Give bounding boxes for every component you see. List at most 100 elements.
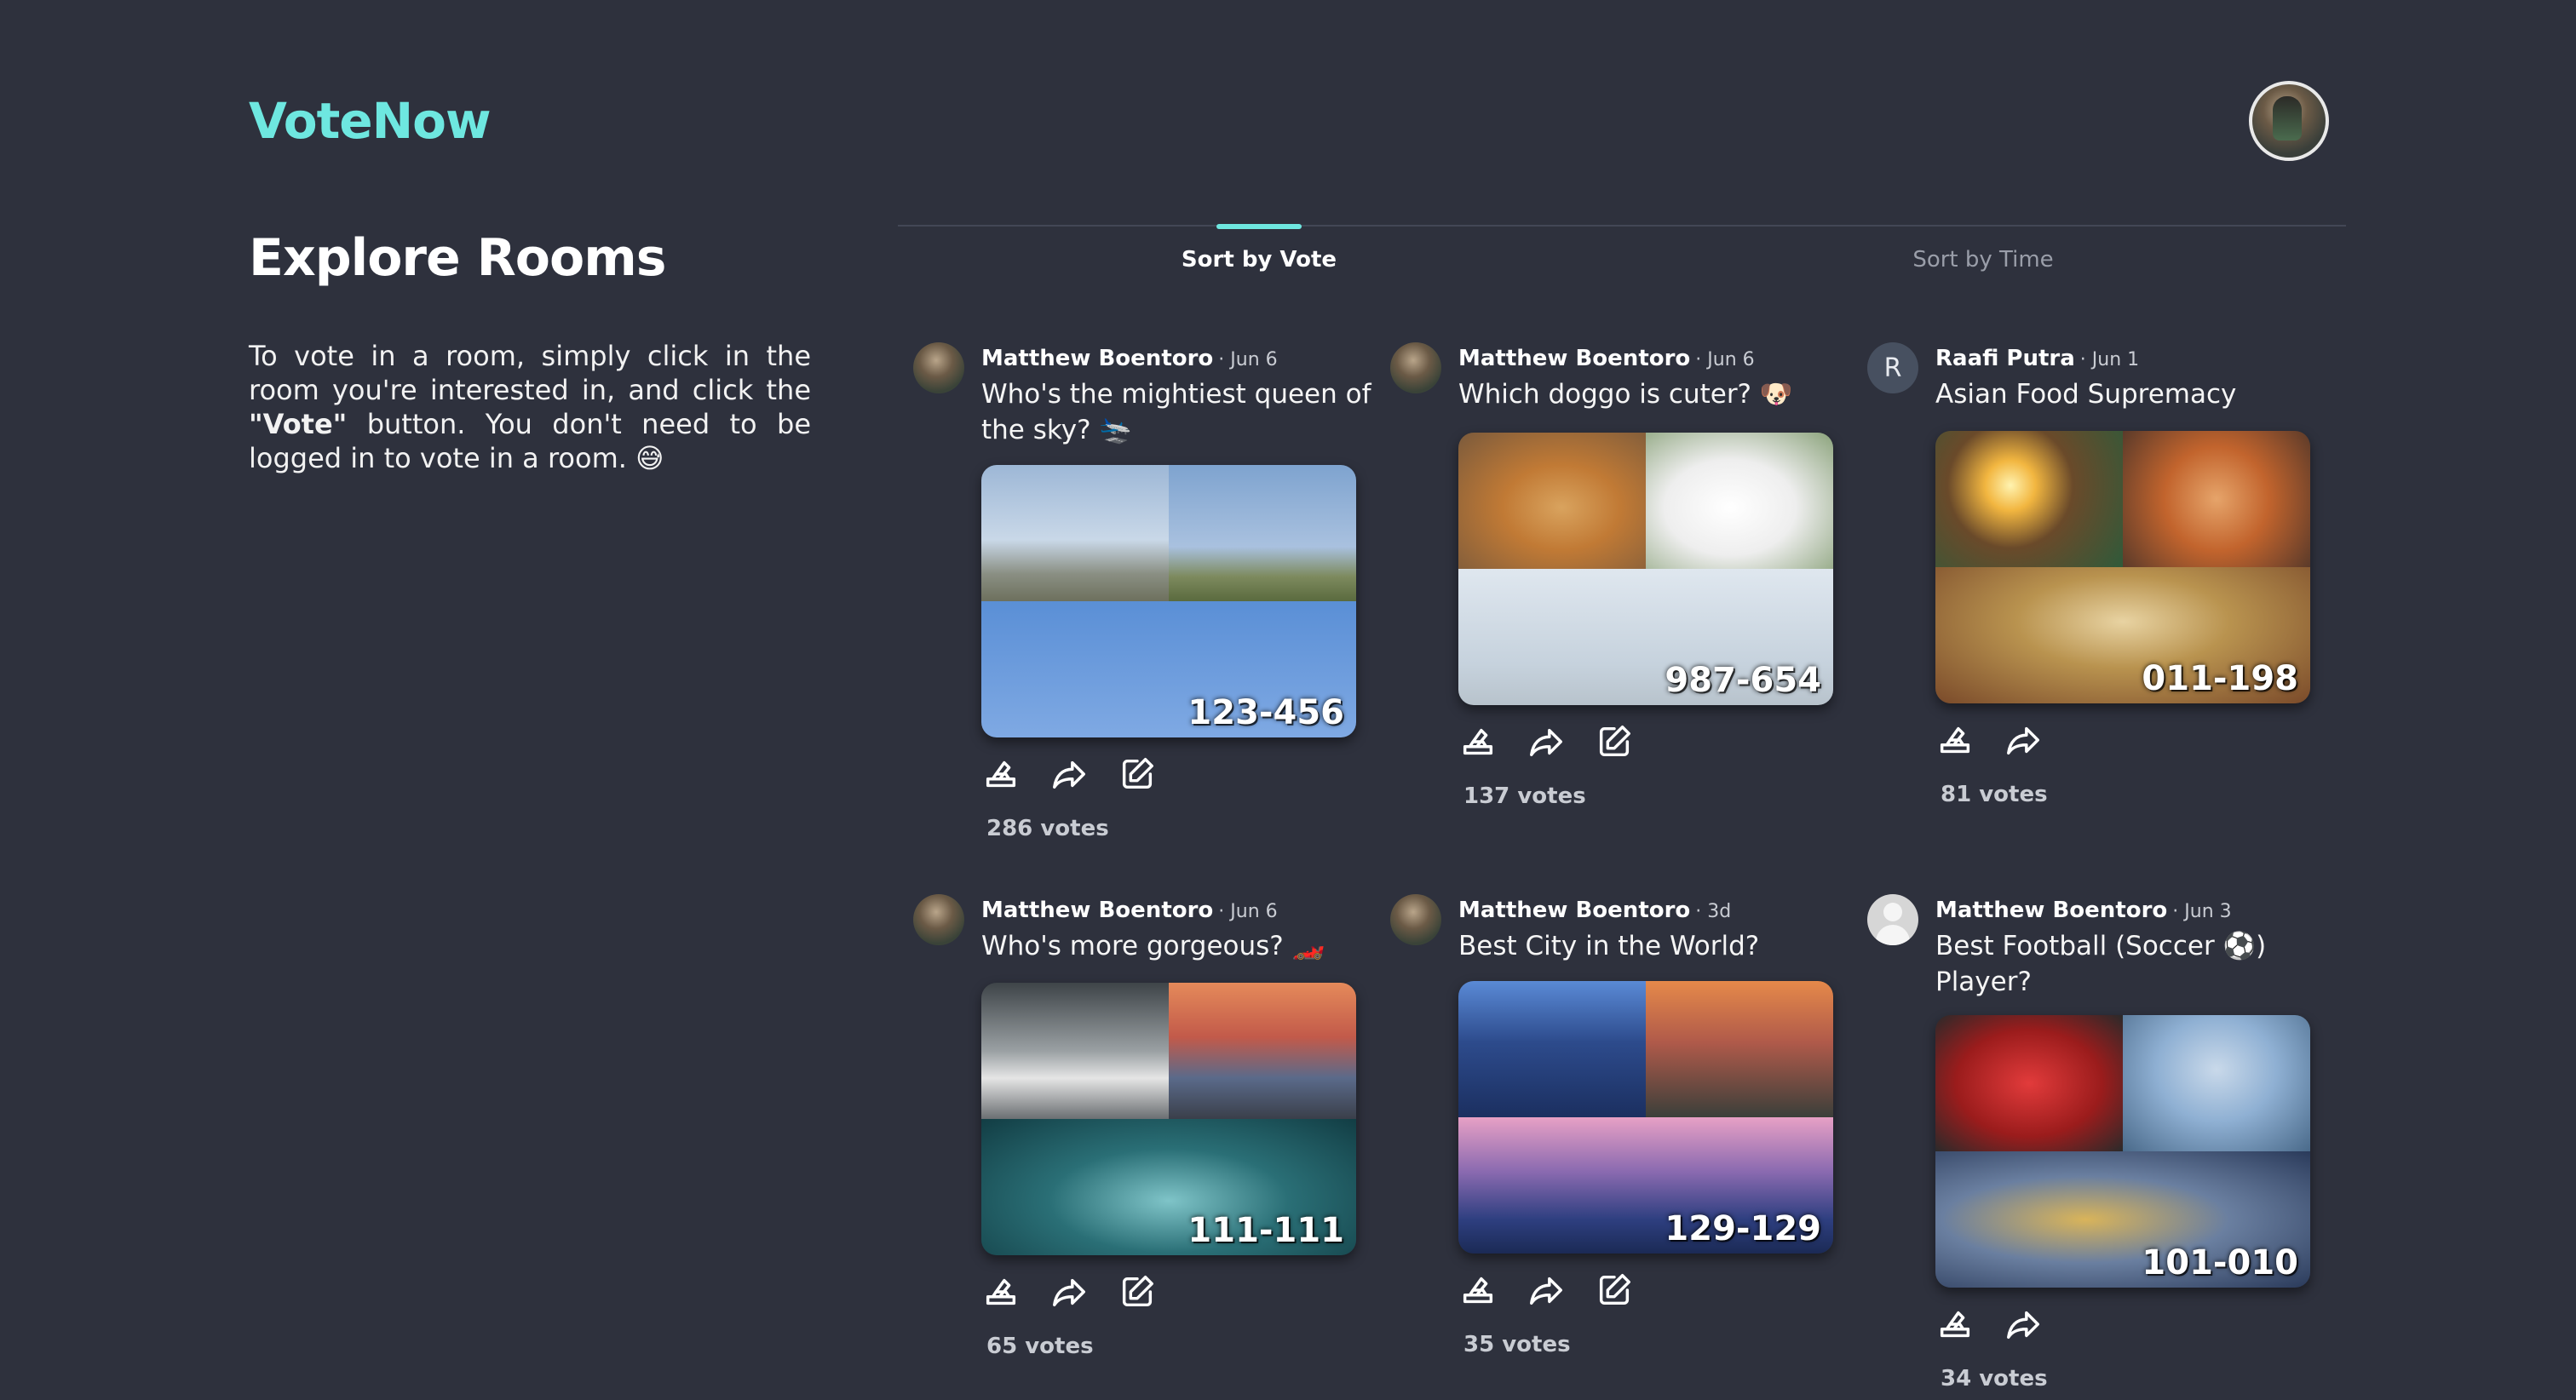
vote-icon[interactable]	[1458, 1271, 1498, 1310]
tab-sort-by-time[interactable]: Sort by Time	[1855, 247, 2111, 273]
room-date: · Jun 6	[1218, 901, 1278, 922]
vote-count: 34 votes	[1941, 1366, 2048, 1391]
room-thumbnail[interactable]: 129-129	[1458, 981, 1833, 1254]
room-question: Who's the mightiest queen of the sky? 🛬	[981, 379, 1371, 445]
edit-icon[interactable]	[1118, 1272, 1157, 1311]
room-code: 111-111	[1187, 1211, 1344, 1250]
room-actions	[981, 755, 1186, 795]
room-meta: Matthew Boentoro · Jun 6	[981, 898, 1278, 923]
room-card[interactable]: Matthew Boentoro · Jun 6 Who's the mighti…	[913, 342, 1373, 853]
room-question: Who's more gorgeous? 🏎️	[981, 931, 1325, 961]
room-actions	[1935, 1305, 2072, 1345]
room-card[interactable]: Matthew Boentoro · Jun 3 Best Football (S…	[1867, 894, 2327, 1400]
vote-count: 35 votes	[1463, 1332, 1571, 1357]
room-card[interactable]: Matthew Boentoro · Jun 6 Which doggo is c…	[1390, 342, 1850, 819]
room-code: 123-456	[1187, 693, 1344, 732]
desc-text-1: To vote in a room, simply click in the r…	[249, 340, 811, 406]
room-date: · Jun 3	[2172, 901, 2232, 922]
share-icon[interactable]	[2004, 1305, 2043, 1344]
room-actions	[1935, 720, 2072, 761]
tab-sort-by-vote[interactable]: Sort by Vote	[1131, 247, 1387, 273]
edit-icon[interactable]	[1595, 1271, 1634, 1310]
room-thumbnail[interactable]: 123-456	[981, 465, 1356, 737]
room-card[interactable]: Matthew Boentoro · Jun 6 Who's more gorge…	[913, 894, 1373, 1371]
share-icon[interactable]	[1049, 1272, 1089, 1311]
author-name: Matthew Boentoro	[1935, 898, 2168, 923]
avatar-person	[2273, 96, 2302, 141]
room-thumbnail[interactable]: 111-111	[981, 983, 1356, 1255]
vote-icon[interactable]	[981, 1272, 1021, 1311]
thumbnail-image	[1458, 433, 1646, 569]
tabs-divider	[898, 225, 2346, 227]
author-avatar: R	[1867, 342, 1918, 393]
room-thumbnail[interactable]: 101-010	[1935, 1015, 2310, 1288]
share-icon[interactable]	[1049, 755, 1089, 794]
thumbnail-image	[1935, 431, 2123, 567]
thumbnail-image	[981, 983, 1169, 1119]
room-code: 101-010	[2142, 1243, 2298, 1282]
room-date: · Jun 1	[2079, 349, 2140, 370]
room-date: · Jun 6	[1695, 349, 1755, 370]
thumbnail-image	[1169, 465, 1356, 601]
room-code: 987-654	[1665, 661, 1821, 700]
room-meta: Matthew Boentoro · Jun 6	[1458, 346, 1755, 371]
app-logo[interactable]: VoteNow	[249, 92, 492, 150]
vote-icon[interactable]	[1935, 1305, 1975, 1344]
author-avatar	[1390, 342, 1441, 393]
room-question: Best City in the World?	[1458, 931, 1760, 961]
room-meta: Matthew Boentoro · Jun 3	[1935, 898, 2232, 923]
room-actions	[1458, 1271, 1663, 1311]
thumbnail-image	[2123, 431, 2310, 567]
room-actions	[981, 1272, 1186, 1313]
vote-count: 81 votes	[1941, 782, 2048, 807]
room-meta: Matthew Boentoro · 3d	[1458, 898, 1731, 923]
author-name: Raafi Putra	[1935, 346, 2075, 371]
room-thumbnail[interactable]: 987-654	[1458, 433, 1833, 705]
page-title: Explore Rooms	[249, 228, 666, 288]
room-code: 011-198	[2142, 659, 2298, 698]
room-actions	[1458, 722, 1663, 763]
thumbnail-image	[981, 465, 1169, 601]
vote-icon[interactable]	[981, 755, 1021, 794]
room-question: Asian Food Supremacy	[1935, 379, 2237, 410]
vote-count: 65 votes	[986, 1334, 1094, 1359]
author-avatar	[913, 342, 964, 393]
vote-icon[interactable]	[1935, 720, 1975, 760]
author-name: Matthew Boentoro	[981, 346, 1214, 371]
edit-icon[interactable]	[1118, 755, 1157, 794]
room-date: · 3d	[1695, 901, 1732, 922]
author-avatar	[1867, 894, 1918, 945]
author-name: Matthew Boentoro	[1458, 346, 1691, 371]
room-date: · Jun 6	[1218, 349, 1278, 370]
edit-icon[interactable]	[1595, 722, 1634, 761]
share-icon[interactable]	[2004, 720, 2043, 760]
vote-count: 137 votes	[1463, 783, 1586, 809]
room-card[interactable]: R Raafi Putra · Jun 1 Asian Food Supremac…	[1867, 342, 2327, 819]
room-meta: Matthew Boentoro · Jun 6	[981, 346, 1278, 371]
share-icon[interactable]	[1527, 722, 1566, 761]
room-code: 129-129	[1665, 1209, 1821, 1248]
vote-icon[interactable]	[1458, 722, 1498, 761]
thumbnail-image	[2123, 1015, 2310, 1151]
thumbnail-image	[1935, 1015, 2123, 1151]
user-avatar[interactable]	[2249, 81, 2329, 161]
room-meta: Raafi Putra · Jun 1	[1935, 346, 2139, 371]
active-tab-indicator	[1216, 224, 1302, 229]
thumbnail-image	[1646, 981, 1833, 1117]
thumbnail-image	[1169, 983, 1356, 1119]
desc-bold-vote: "Vote"	[249, 408, 348, 440]
thumbnail-image	[1458, 981, 1646, 1117]
explore-description: To vote in a room, simply click in the r…	[249, 339, 811, 475]
thumbnail-image	[1646, 433, 1833, 569]
author-avatar	[1390, 894, 1441, 945]
author-name: Matthew Boentoro	[1458, 898, 1691, 923]
share-icon[interactable]	[1527, 1271, 1566, 1310]
author-name: Matthew Boentoro	[981, 898, 1214, 923]
room-card[interactable]: Matthew Boentoro · 3d Best City in the Wo…	[1390, 894, 1850, 1371]
room-thumbnail[interactable]: 011-198	[1935, 431, 2310, 703]
vote-count: 286 votes	[986, 816, 1109, 841]
room-question: Which doggo is cuter? 🐶	[1458, 379, 1793, 410]
author-avatar	[913, 894, 964, 945]
page: VoteNow Explore Rooms To vote in a room,…	[0, 0, 2576, 1400]
room-question: Best Football (Soccer ⚽) Player?	[1935, 931, 2267, 997]
